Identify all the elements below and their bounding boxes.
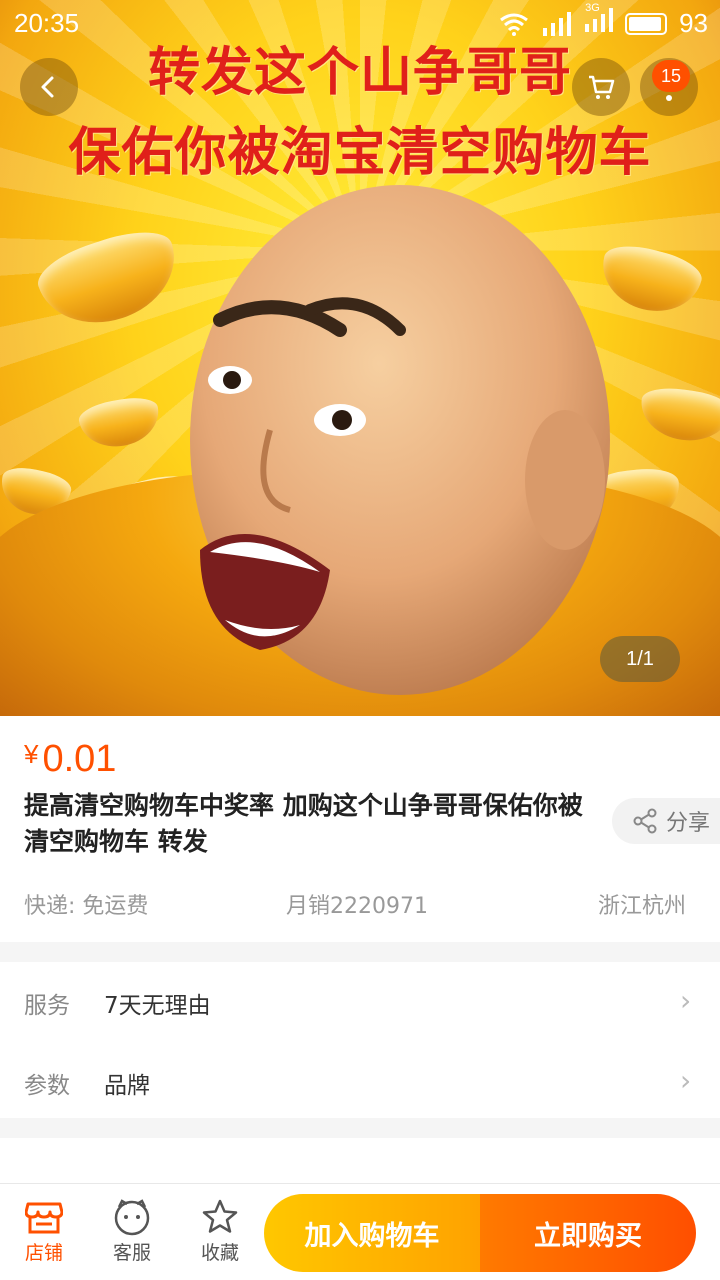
- chevron-right-icon: ›: [680, 984, 692, 1017]
- star-icon: [202, 1199, 238, 1233]
- shipping-info: 快递: 免运费: [24, 894, 149, 919]
- signal-icon: [543, 11, 572, 36]
- cart-icon: [589, 75, 615, 99]
- product-title: 提高清空购物车中奖率 加购这个山争哥哥保佑你被清空购物车 转发: [24, 791, 583, 856]
- chevron-left-icon: [41, 76, 54, 98]
- ship-from-location: 浙江杭州: [598, 894, 687, 919]
- battery-icon: [625, 12, 668, 35]
- chevron-right-icon: ›: [680, 1064, 692, 1097]
- status-bar: 20:35 3G 93: [0, 0, 720, 46]
- monthly-sales: 月销2220971: [286, 894, 428, 919]
- share-label: 分享: [666, 811, 711, 836]
- params-row[interactable]: 参数 品牌 ›: [0, 1042, 720, 1122]
- customer-service-button[interactable]: 客服: [92, 1196, 172, 1265]
- battery-level: 93: [679, 8, 708, 38]
- section-divider: [0, 1118, 720, 1138]
- section-divider: [0, 942, 720, 962]
- customer-service-label: 客服: [112, 1242, 151, 1264]
- price: ¥0.01: [24, 738, 116, 781]
- bottom-action-bar: 店铺 客服 收藏 加入购物车 立即购买: [0, 1183, 720, 1280]
- shop-button[interactable]: 店铺: [4, 1196, 84, 1265]
- image-page-indicator: 1/1: [600, 636, 680, 682]
- service-label: 服务: [24, 993, 70, 1019]
- chat-face-icon: [114, 1199, 150, 1236]
- signal-3g-icon: 3G: [583, 2, 614, 39]
- service-value: 7天无理由: [104, 993, 211, 1019]
- shop-label: 店铺: [24, 1242, 63, 1264]
- currency-symbol: ¥: [24, 739, 39, 769]
- cart-count-badge: 15: [652, 60, 690, 92]
- product-page: 转发这个山争哥哥 保佑你被淘宝清空购物车 1/1 20:35 3G 93 15 …: [0, 0, 720, 1280]
- buy-now-button[interactable]: 立即购买: [480, 1194, 696, 1272]
- cart-button[interactable]: [572, 58, 630, 116]
- params-label: 参数: [24, 1073, 70, 1099]
- share-icon: [633, 808, 657, 834]
- wifi-icon: [500, 13, 528, 36]
- add-to-cart-button[interactable]: 加入购物车: [264, 1194, 480, 1272]
- params-value: 品牌: [104, 1073, 150, 1099]
- status-time: 20:35: [14, 8, 80, 38]
- face-illustration: [190, 185, 610, 695]
- favorite-button[interactable]: 收藏: [180, 1196, 260, 1265]
- back-button[interactable]: [20, 58, 78, 116]
- share-button[interactable]: 分享: [612, 798, 720, 844]
- network-type-label: 3G: [585, 2, 600, 14]
- service-row[interactable]: 服务 7天无理由 ›: [0, 962, 720, 1042]
- favorite-label: 收藏: [200, 1242, 239, 1264]
- price-value: 0.01: [42, 738, 117, 780]
- banner-text-line2: 保佑你被淘宝清空购物车: [68, 123, 652, 183]
- store-icon: [25, 1202, 63, 1234]
- status-icons: 3G 93: [499, 2, 708, 39]
